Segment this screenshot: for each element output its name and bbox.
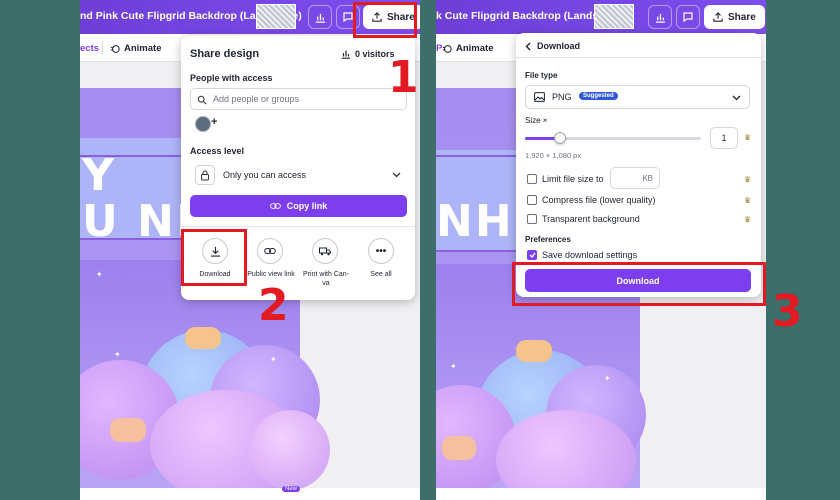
preferences-label: Preferences: [525, 235, 571, 244]
chevron-left-icon: [525, 42, 531, 50]
limit-file-size-checkbox[interactable]: [527, 174, 537, 184]
right-screenshot: k Cute Flipgrid Backdrop (Landscape) Sha…: [436, 0, 766, 500]
qr-thumbnail: [256, 4, 296, 29]
file-type-select[interactable]: PNG Suggested: [525, 85, 750, 109]
animate-icon: [110, 44, 120, 53]
link-icon: [269, 203, 281, 209]
size-slider[interactable]: [525, 132, 701, 144]
insights-icon[interactable]: [648, 5, 672, 29]
visitors-button[interactable]: 0 visitors: [341, 44, 395, 64]
crown-icon: ♛: [744, 215, 752, 224]
compress-file-label: Compress file (lower quality): [542, 195, 656, 205]
more-icon: •••: [368, 238, 394, 264]
insights-icon[interactable]: [308, 5, 332, 29]
save-settings-checkbox[interactable]: [527, 250, 537, 260]
add-people-input[interactable]: Add people or groups: [190, 88, 407, 110]
copy-link-button[interactable]: Copy link: [190, 195, 407, 217]
comment-icon[interactable]: [676, 5, 700, 29]
star-decoration: [516, 340, 552, 362]
animate-icon: [442, 44, 452, 53]
step-number-1: 1: [388, 52, 419, 103]
star-decoration: [110, 418, 146, 442]
chevron-down-icon: [392, 172, 401, 178]
animate-tab[interactable]: Animate: [110, 43, 161, 54]
link-icon: [257, 238, 283, 264]
file-type-label: File type: [525, 71, 558, 80]
access-level-select[interactable]: Only you can access: [190, 162, 407, 188]
highlight-download-button: [512, 262, 766, 306]
limit-file-size-label: Limit file size to: [542, 174, 604, 184]
left-screenshot: nd Pink Cute Flipgrid Backdrop (Landscap…: [80, 0, 420, 500]
slider-thumb[interactable]: [554, 132, 567, 144]
crown-icon: ♛: [744, 133, 752, 142]
people-label: People with access: [190, 73, 273, 83]
step-number-3: 3: [772, 286, 803, 337]
canvas-heading-1: Y: [82, 150, 116, 201]
crown-icon: ♛: [744, 175, 752, 184]
size-input[interactable]: 1: [710, 127, 738, 149]
check-icon: [529, 252, 536, 258]
star-decoration: [442, 436, 476, 460]
image-icon: [534, 92, 545, 102]
search-icon: [197, 95, 207, 105]
truck-icon: [312, 238, 338, 264]
transparent-background-label: Transparent background: [542, 214, 640, 224]
avatar: [195, 116, 211, 132]
step-number-2: 2: [258, 280, 289, 331]
chevron-down-icon: [732, 95, 741, 101]
transparent-background-checkbox[interactable]: [527, 214, 537, 224]
dimensions-text: 1,920 × 1,080 px: [525, 151, 582, 160]
suggested-badge: Suggested: [579, 92, 618, 100]
crown-icon: ♛: [744, 196, 752, 205]
download-panel: Download File type PNG Suggested Size × …: [516, 33, 761, 297]
animate-tab[interactable]: Animate: [442, 43, 493, 54]
effects-tab[interactable]: ects: [80, 43, 99, 54]
lock-icon: [195, 165, 215, 185]
save-settings-label: Save download settings: [542, 250, 638, 260]
access-level-label: Access level: [190, 146, 245, 156]
star-decoration: [185, 327, 221, 349]
qr-thumbnail: [594, 4, 634, 29]
add-person-icon[interactable]: +: [211, 116, 217, 128]
highlight-share-button: [353, 2, 417, 38]
size-label: Size ×: [525, 116, 548, 125]
compress-file-checkbox[interactable]: [527, 195, 537, 205]
new-badge: New: [282, 486, 301, 492]
file-size-input[interactable]: KB: [610, 167, 660, 189]
highlight-download-option: [181, 229, 247, 286]
popup-title: Share design: [190, 48, 260, 60]
back-button[interactable]: Download: [525, 41, 580, 51]
insights-icon: [341, 50, 351, 59]
